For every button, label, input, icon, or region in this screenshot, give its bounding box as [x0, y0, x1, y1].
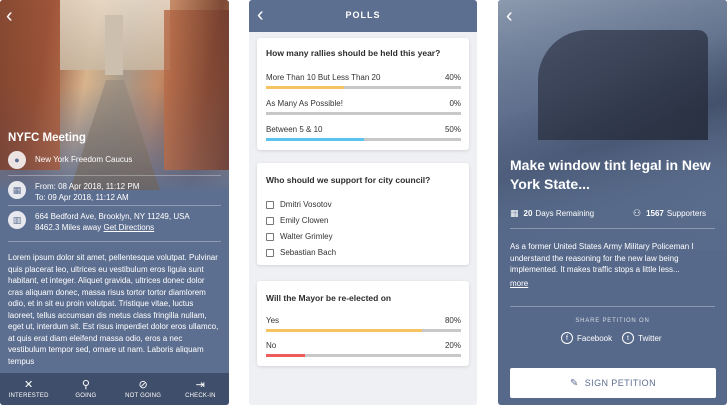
- poll-question: Will the Mayor be re-elected on: [266, 293, 392, 303]
- poll-option[interactable]: Between 5 & 10 50%: [266, 125, 461, 145]
- date-from: From: 08 Apr 2018, 11:12 PM: [35, 182, 140, 191]
- not-going-icon: ⊘: [138, 379, 148, 391]
- sign-petition-button[interactable]: ✎ SIGN PETITION: [510, 368, 716, 398]
- petition-description: As a former United States Army Military …: [510, 242, 694, 274]
- candidate-checkbox[interactable]: Emily Clowen: [266, 216, 328, 225]
- poll-card: Who should we support for city council? …: [257, 163, 469, 265]
- address-row: ▥ 664 Bedford Ave, Brooklyn, NY 11249, U…: [8, 211, 190, 233]
- divider: [510, 228, 715, 229]
- people-icon: ⚇: [633, 208, 642, 218]
- poll-bar-fill: [266, 354, 305, 357]
- days-remaining: ▦ 20 Days Remaining: [510, 208, 595, 218]
- poll-question: Who should we support for city council?: [266, 175, 431, 185]
- polls-navbar: ‹ POLLS: [249, 0, 477, 32]
- building-icon: ▥: [8, 211, 26, 229]
- divider: [8, 175, 221, 176]
- facebook-icon: f: [561, 332, 573, 344]
- polls-screen: ‹ POLLS How many rallies should be held …: [249, 0, 477, 405]
- going-button[interactable]: ⚲ GOING: [57, 373, 114, 405]
- poll-option[interactable]: As Many As Possible! 0%: [266, 99, 461, 119]
- poll-bar-fill: [266, 138, 364, 141]
- back-chevron-icon[interactable]: ‹: [506, 6, 513, 26]
- back-chevron-icon[interactable]: ‹: [6, 6, 13, 26]
- check-in-button[interactable]: ⇥ CHECK-IN: [172, 373, 229, 405]
- check-in-icon: ⇥: [195, 379, 205, 391]
- candidate-checkbox[interactable]: Dmitri Vosotov: [266, 200, 332, 209]
- calendar-icon: ▦: [510, 208, 519, 218]
- pen-icon: ✎: [570, 377, 579, 389]
- interested-button[interactable]: ✕ INTERESTED: [0, 373, 57, 405]
- supporters-count: ⚇ 1567 Supporters: [633, 208, 707, 218]
- interested-icon: ✕: [24, 379, 34, 391]
- date-row: ▦ From: 08 Apr 2018, 11:12 PM To: 09 Apr…: [8, 181, 139, 203]
- checkbox-icon: [266, 200, 274, 209]
- poll-bar-fill: [266, 86, 344, 89]
- candidate-checkbox[interactable]: Walter Grimley: [266, 232, 333, 241]
- share-twitter-button[interactable]: t Twitter: [622, 332, 662, 344]
- poll-bar-fill: [266, 329, 422, 332]
- organizer-row[interactable]: ● New York Freedom Caucus: [8, 151, 132, 169]
- distance-text: 8462.3 Miles away: [35, 223, 102, 232]
- divider: [8, 205, 221, 206]
- poll-option[interactable]: More Than 10 But Less Than 20 40%: [266, 73, 461, 93]
- twitter-icon: t: [622, 332, 634, 344]
- petition-title: Make window tint legal in New York State…: [510, 157, 711, 192]
- poll-question: How many rallies should be held this yea…: [266, 48, 441, 58]
- date-to: To: 09 Apr 2018, 11:12 AM: [35, 193, 129, 202]
- poll-option[interactable]: No 20%: [266, 341, 461, 361]
- rsvp-action-bar: ✕ INTERESTED ⚲ GOING ⊘ NOT GOING ⇥ CHECK…: [0, 373, 229, 405]
- event-description: Lorem ipsum dolor sit amet, pellentesque…: [8, 253, 219, 366]
- candidate-checkbox[interactable]: Sebastian Bach: [266, 248, 336, 257]
- not-going-button[interactable]: ⊘ NOT GOING: [115, 373, 172, 405]
- share-label: SHARE PETITION ON: [575, 318, 650, 324]
- organizer-avatar-icon: ●: [8, 151, 26, 169]
- divider: [8, 241, 221, 242]
- polls-title: POLLS: [345, 10, 381, 20]
- address-text: 664 Bedford Ave, Brooklyn, NY 11249, USA: [35, 212, 190, 221]
- person-walking-icon: ⚲: [81, 379, 90, 391]
- get-directions-link[interactable]: Get Directions: [104, 223, 155, 232]
- checkbox-icon: [266, 248, 274, 257]
- petition-screen: ‹ Make window tint legal in New York Sta…: [498, 0, 727, 405]
- event-screen: ‹ NYFC Meeting ● New York Freedom Caucus…: [0, 0, 229, 405]
- checkbox-icon: [266, 216, 274, 225]
- share-facebook-button[interactable]: f Facebook: [561, 332, 612, 344]
- calendar-icon: ▦: [8, 181, 26, 199]
- event-title: NYFC Meeting: [8, 132, 86, 144]
- poll-card: Will the Mayor be re-elected on Yes 80% …: [257, 281, 469, 366]
- more-link[interactable]: more: [510, 279, 528, 288]
- poll-option[interactable]: Yes 80%: [266, 316, 461, 336]
- divider: [510, 306, 715, 307]
- poll-card: How many rallies should be held this yea…: [257, 38, 469, 150]
- organizer-name: New York Freedom Caucus: [35, 155, 133, 164]
- checkbox-icon: [266, 232, 274, 241]
